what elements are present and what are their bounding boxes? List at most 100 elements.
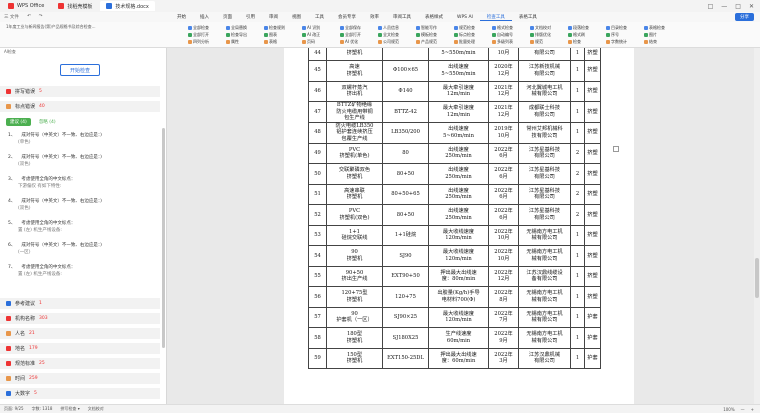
panel-scrollbar[interactable]: [162, 128, 165, 348]
close-icon[interactable]: ✕: [749, 3, 754, 10]
table-cell-no: 46: [308, 80, 327, 102]
ribbon-item-icon: [568, 25, 572, 30]
section-spelling[interactable]: 拼写错误 5: [0, 86, 160, 97]
ribbon-item[interactable]: 规范: [530, 38, 551, 45]
doc-info: 1年度工业与新闻报告(第)产品规格书及综合检查...: [6, 24, 96, 29]
ribbon-item[interactable]: 格式检查: [492, 24, 513, 31]
section-0[interactable]: 参考建议 1: [0, 298, 160, 309]
ribbon-item[interactable]: 全部检查: [188, 24, 209, 31]
menu-review[interactable]: 审阅: [262, 14, 285, 20]
ribbon-item[interactable]: 检查: [568, 38, 589, 45]
ribbon-item[interactable]: 目录检查: [606, 24, 627, 31]
menu-home[interactable]: 开始: [170, 14, 193, 20]
spell-check-toggle[interactable]: 拼写检查 ▾: [60, 406, 79, 412]
ribbon-item[interactable]: 全部打开: [188, 31, 209, 38]
section-4[interactable]: 规范标准 25: [0, 358, 160, 369]
menu-tools[interactable]: 工具: [308, 14, 331, 20]
ribbon-item[interactable]: 全局替换: [226, 24, 247, 31]
menu-page[interactable]: 页面: [216, 14, 239, 20]
ribbon-item[interactable]: 检查导出: [226, 31, 247, 38]
start-check-button[interactable]: 开始检查: [60, 64, 100, 76]
ribbon-item[interactable]: 页码: [302, 38, 320, 45]
ribbon-item[interactable]: AI 改正: [302, 31, 320, 38]
ribbon-item[interactable]: 字数统计: [606, 38, 627, 45]
ribbon-item[interactable]: 公司规范: [378, 38, 399, 45]
spelling-icon: [6, 89, 11, 94]
error-item[interactable]: 6、 成对符号（中英文）不一致、右边应是：) (一区): [8, 242, 158, 256]
table-handle-icon[interactable]: [613, 146, 619, 152]
ribbon-item[interactable]: 表格: [264, 38, 285, 45]
section-1[interactable]: 机构名称 303: [0, 313, 160, 324]
error-item[interactable]: 4、 成对符号（中英文）不一致、右边应是：) (双色): [8, 198, 158, 212]
ribbon-item[interactable]: 格式刷: [568, 31, 589, 38]
undo-icon[interactable]: ↶: [27, 14, 31, 20]
menu-efficiency[interactable]: 效率: [363, 14, 386, 20]
ribbon-item[interactable]: 产品规范: [416, 38, 437, 45]
ribbon-item-icon: [264, 32, 268, 37]
section-6[interactable]: 大数字 5: [0, 388, 160, 399]
scroll-thumb[interactable]: [755, 258, 759, 298]
ribbon-item-icon: [188, 32, 192, 37]
doc-scrollbar[interactable]: [754, 48, 760, 404]
ribbon-item[interactable]: AI 优化: [340, 38, 361, 45]
section-2[interactable]: 人名 21: [0, 328, 160, 339]
share-button[interactable]: 分享: [735, 13, 754, 21]
ribbon-item[interactable]: 四列分析: [188, 38, 209, 45]
ribbon-item[interactable]: 批量处理: [454, 38, 475, 45]
redo-icon[interactable]: ↷: [39, 14, 43, 20]
menu-view[interactable]: 视图: [285, 14, 308, 20]
menu-table-style[interactable]: 表格样式: [418, 14, 450, 20]
ribbon-item[interactable]: 全文检查: [378, 31, 399, 38]
ribbon-item[interactable]: 规范检查: [454, 24, 475, 31]
ribbon-item[interactable]: AI 识别: [302, 24, 320, 31]
ribbon-item[interactable]: 模板检查: [416, 31, 437, 38]
zoom-out-button[interactable]: —: [741, 407, 745, 412]
ribbon-item[interactable]: 属性: [226, 38, 247, 45]
tab-ignore[interactable]: 忽略 (4): [35, 118, 60, 126]
error-item[interactable]: 1、 成对符号（中英文）不一致、右边应是：) (单色): [8, 132, 158, 146]
ribbon-item-icon: [302, 25, 306, 30]
ribbon-item[interactable]: 标点检查: [454, 31, 475, 38]
ribbon-item[interactable]: 全部打开: [340, 31, 361, 38]
menu-review-tools[interactable]: 审阅工具: [386, 14, 418, 20]
ribbon-item[interactable]: 自动编号: [492, 31, 513, 38]
ribbon-item[interactable]: 段落检查: [568, 24, 589, 31]
file-menu[interactable]: 三 文件: [4, 14, 19, 20]
menu-reference[interactable]: 引用: [239, 14, 262, 20]
menu-insert[interactable]: 插入: [193, 14, 216, 20]
ribbon-item[interactable]: 结束: [644, 38, 665, 45]
tab-wps-office[interactable]: WPS Office: [2, 1, 50, 11]
error-item[interactable]: 5、 考虑使用全角的中文标点：置 (左) 机生产线设备:: [8, 220, 158, 234]
ribbon-item-icon: [454, 39, 458, 44]
section-3[interactable]: 地名 179: [0, 343, 160, 354]
ribbon-item[interactable]: 排版优化: [530, 31, 551, 38]
ribbon-item[interactable]: 序号: [606, 31, 627, 38]
restore-icon[interactable]: □: [708, 3, 714, 10]
zoom-in-button[interactable]: +: [751, 407, 754, 412]
error-item[interactable]: 2、 成对符号（中英文）不一致、右边应是：) (双色): [8, 154, 158, 168]
ribbon-item[interactable]: 全部保存: [340, 24, 361, 31]
menu-member[interactable]: 会员专享: [331, 14, 363, 20]
tab-suggest[interactable]: 建议 (4): [6, 118, 31, 126]
error-item[interactable]: 7、 考虑使用全角的中文标点：置 (左) 机生产线设备:: [8, 264, 158, 278]
section-punctuation[interactable]: 标点错误 40: [0, 101, 160, 112]
ribbon-item[interactable]: 图片: [644, 31, 665, 38]
ribbon-item[interactable]: 多级列表: [492, 38, 513, 45]
menu-wps-ai[interactable]: WPS AI: [450, 15, 480, 20]
minimize-icon[interactable]: —: [721, 3, 727, 10]
ribbon-item[interactable]: 文档校对: [530, 24, 551, 31]
section-5[interactable]: 时间 259: [0, 373, 160, 384]
ribbon-item[interactable]: 人员信息: [378, 24, 399, 31]
maximize-icon[interactable]: □: [735, 3, 741, 10]
ribbon-item[interactable]: 智能写作: [416, 24, 437, 31]
menu-table-tools[interactable]: 表格工具: [512, 14, 544, 20]
error-item[interactable]: 3、 考虑使用全角的中文标点： 下游偏仅 有如下特性:: [8, 176, 158, 190]
tab-template[interactable]: 找稻壳模板: [52, 1, 98, 11]
tab-document[interactable]: 技术规格.docx: [100, 1, 155, 11]
menu-check-tools[interactable]: 检查工具: [479, 14, 512, 21]
ribbon-item[interactable]: 检查规则: [264, 24, 285, 31]
proofread-toggle[interactable]: 文档校对: [88, 406, 104, 412]
ribbon-item[interactable]: 图表: [264, 31, 285, 38]
table-cell-spec: SJ90: [382, 245, 429, 267]
ribbon-item[interactable]: 表格检查: [644, 24, 665, 31]
